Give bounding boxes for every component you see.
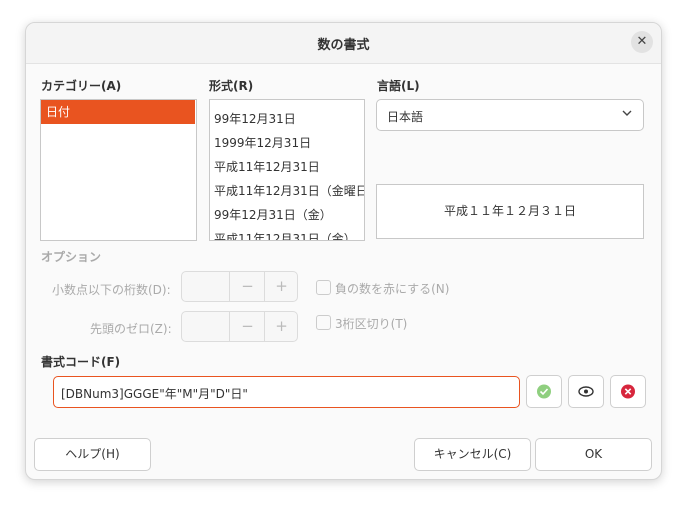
format-preview: 平成１１年１２月３１日 [376,184,644,239]
category-item-date[interactable]: 日付 [41,100,195,124]
format-item[interactable]: 平成11年12月31日（金） [214,230,356,240]
decimals-spinner[interactable]: − + [181,271,298,302]
format-code-value: [DBNum3]GGGE"年"M"月"D"日" [61,387,248,401]
eye-icon [578,386,594,397]
decimals-label: 小数点以下の桁数(D): [52,283,171,297]
increment-button[interactable]: + [264,312,298,341]
accept-code-button[interactable] [526,375,562,408]
language-label: 言語(L) [377,79,420,93]
number-format-dialog: 数の書式 ✕ カテゴリー(A) 日付 形式(R) 99年12月31日 1999年… [25,22,662,480]
category-list[interactable]: 日付 [40,99,197,241]
negative-red-checkbox[interactable] [316,280,331,295]
check-icon [537,384,551,399]
delete-icon [621,384,635,399]
format-item[interactable]: 99年12月31日（金） [214,206,332,223]
format-list[interactable]: 99年12月31日 1999年12月31日 平成11年12月31日 平成11年1… [209,99,365,241]
format-item[interactable]: 平成11年12月31日（金曜日 [214,182,364,199]
negative-red-label: 負の数を赤にする(N) [335,282,450,296]
format-item[interactable]: 平成11年12月31日 [214,158,320,175]
format-label: 形式(R) [209,79,254,93]
preview-code-button[interactable] [568,375,604,408]
ok-button[interactable]: OK [535,438,652,471]
dialog-title: 数の書式 [317,38,370,53]
help-button[interactable]: ヘルプ(H) [34,438,151,471]
format-item[interactable]: 1999年12月31日 [214,134,311,151]
decrement-button[interactable]: − [229,272,265,301]
language-dropdown[interactable]: 日本語 [376,99,644,131]
leading-zero-label: 先頭のゼロ(Z): [90,322,172,336]
decrement-button[interactable]: − [229,312,265,341]
delete-code-button[interactable] [610,375,646,408]
format-code-input[interactable]: [DBNum3]GGGE"年"M"月"D"日" [53,376,520,408]
thousands-separator-checkbox[interactable] [316,315,331,330]
format-code-label: 書式コード(F) [41,355,121,369]
language-value: 日本語 [387,110,424,124]
leading-zero-spinner[interactable]: − + [181,311,298,342]
format-item[interactable]: 99年12月31日 [214,110,296,127]
category-label: カテゴリー(A) [41,79,122,93]
close-icon[interactable]: ✕ [631,31,653,53]
increment-button[interactable]: + [264,272,298,301]
chevron-down-icon [622,110,632,116]
titlebar: 数の書式 ✕ [26,23,661,64]
cancel-button[interactable]: キャンセル(C) [414,438,531,471]
options-label: オプション [41,250,102,264]
thousands-separator-label: 3桁区切り(T) [335,317,408,331]
